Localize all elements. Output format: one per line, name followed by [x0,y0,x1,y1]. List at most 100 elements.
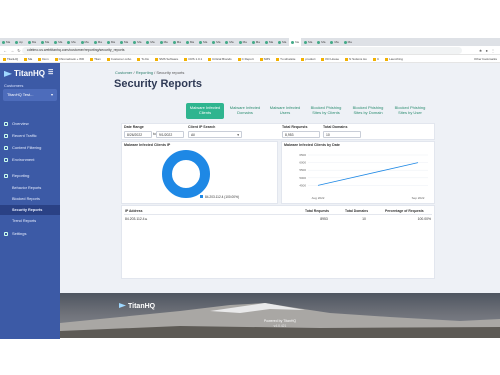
browser-tab-label: Ma [203,40,208,44]
x-tick-label: Aug 2022 [312,196,325,200]
breadcrumb-reporting[interactable]: Reporting [136,70,153,75]
sidebar-item-overview[interactable]: Overview [0,119,60,129]
browser-tab[interactable]: Ma [39,38,51,46]
bookmark-item[interactable]: Customer onbo [106,55,132,62]
browser-tab[interactable]: Ma [52,38,64,46]
bookmark-label: Critical Brands [212,57,232,61]
browser-tab[interactable]: Ma [118,38,130,46]
bookmark-item[interactable]: C Report [237,55,254,62]
browser-tab[interactable]: Ma [79,38,91,46]
browser-tab[interactable]: Ma [171,38,183,46]
browser-tab[interactable]: Ma [65,38,77,46]
client-ip-label: Client IP Search [188,125,216,129]
browser-nav-icons[interactable]: ← → ↻ [3,48,22,53]
sidebar-item-environment[interactable]: Environment [0,155,60,165]
breadcrumb-customer[interactable]: Customer [115,70,132,75]
browser-tab[interactable]: Ma [184,38,196,46]
filters-card: Date Range 8/26/2022 to 9/1/2022 Client … [121,123,435,140]
browser-tab[interactable]: Ma [302,38,314,46]
sidebar-item-reporting[interactable]: Reporting [0,171,60,181]
browser-tab[interactable]: Ma [315,38,327,46]
bookmark-label: Customer onbo [110,57,132,61]
browser-tab-label: Ma [150,40,155,44]
bookmark-item[interactable]: Launching [385,55,403,62]
browser-tab[interactable]: Ma [223,38,235,46]
series-line [317,162,419,186]
bookmark-item[interactable]: TitanHQ [3,55,18,62]
browser-tab[interactable]: Ma [263,38,275,46]
browser-tab[interactable]: Ma [210,38,222,46]
date-to-input[interactable]: 9/1/2022 [156,131,184,138]
bookmark-item[interactable]: N Suttons Ho [345,55,367,62]
client-ip-select[interactable]: All ▾ [188,131,242,138]
browser-tab[interactable]: Ma [342,38,354,46]
browser-tab-label: Ma [216,40,221,44]
customer-select[interactable]: TitanHQ Test... ▾ [3,89,57,101]
browser-tab[interactable]: Ma [197,38,209,46]
browser-tab[interactable]: Ma [237,38,249,46]
bookmark-item[interactable]: KD House [321,55,339,62]
browser-tab[interactable]: Ma [131,38,143,46]
browser-tab-label: Ma [124,40,129,44]
breadcrumb-current: Security reports [156,70,185,75]
browser-tab[interactable]: Ma [276,38,288,46]
date-from-input[interactable]: 8/26/2022 [124,131,152,138]
bookmark-item[interactable]: Chromebook + WD [54,55,85,62]
info-icon[interactable]: ▸ [146,217,148,221]
bookmark-item[interactable]: SMS [259,55,271,62]
bookmark-label: Ma [28,57,33,61]
bookmark-item[interactable]: C [372,55,379,62]
browser-tab[interactable]: Ma [144,38,156,46]
page-title: Security Reports [114,78,203,90]
table-row[interactable]: 84.203.112.4 ▸ 8953 10 100.00% [124,214,432,224]
bookmark-label: Chromebook + WD [58,57,85,61]
bookmark-item[interactable]: product [301,55,316,62]
tab-malware-infected-users[interactable]: Malware Infected Users [266,103,304,119]
bookmark-item[interactable]: Titan [90,55,101,62]
browser-tab[interactable]: Ma [250,38,262,46]
settings-icon [4,232,8,236]
browser-tab-label: Ma [282,40,287,44]
bookmark-item[interactable]: Critical Brands [208,55,232,62]
bookmark-label: SMS [263,57,271,61]
bookmark-item[interactable]: Ma [24,55,33,62]
sidebar-item-content-filtering[interactable]: Content Filtering [0,143,60,153]
browser-tab[interactable]: Ap [13,38,25,46]
sidebar-sub-security-reports[interactable]: Security Reports [0,205,60,215]
total-domains-value: 10 [323,131,361,138]
sidebar-item-recent-traffic[interactable]: Recent Traffic [0,131,60,141]
browser-tab[interactable]: Ma [328,38,340,46]
browser-tab[interactable]: Ma [158,38,170,46]
bookmark-item[interactable]: Tu whatsite [276,55,295,62]
sidebar-sub-blocked-reports[interactable]: Blocked Reports [0,194,60,204]
browser-extension-icons[interactable]: ★ ● ⋮ [479,48,496,53]
browser-tab[interactable]: Ne [289,38,302,46]
bookmark-item[interactable]: CRS 1.0.1 [184,55,202,62]
bookmark-item[interactable]: SMS Software [155,55,178,62]
browser-tab[interactable]: Ma [105,38,117,46]
bookmark-label: product [305,57,316,61]
favicon-icon [343,40,347,44]
tab-blocked-phishing-domain[interactable]: Blocked Phishing Sites by Domain [348,103,388,119]
hamburger-menu-icon[interactable]: ☰ [48,69,53,76]
sidebar-sub-behavior-reports[interactable]: Behavior Reports [0,183,60,193]
other-bookmarks[interactable]: Other bookmarks [474,55,497,62]
tab-blocked-phishing-clients[interactable]: Blocked Phishing Sites by Clients [306,103,346,119]
sidebar-sub-trend-reports[interactable]: Trend Reports [0,216,60,226]
clock-icon [4,134,8,138]
brand-logo[interactable]: TitanHQ ☰ [4,69,53,78]
chart-icon [4,174,8,178]
browser-tab[interactable]: Ma [92,38,104,46]
tab-malware-infected-domains[interactable]: Malware Infected Domains [226,103,264,119]
bookmark-item[interactable]: Dom [38,55,49,62]
total-requests-value: 8,953 [282,131,320,138]
bookmark-item[interactable]: To Do [137,55,149,62]
browser-tab-label: Ma [84,40,89,44]
folder-icon [184,57,188,61]
browser-tab[interactable]: Ma [0,38,12,46]
browser-tab[interactable]: Ma [26,38,38,46]
sidebar-item-settings[interactable]: Settings [0,229,60,239]
tab-malware-infected-clients[interactable]: Malware Infected Clients [186,103,224,119]
url-field[interactable]: cdelmo.us.webtitanhq.com/customer/report… [22,47,462,54]
tab-blocked-phishing-user[interactable]: Blocked Phishing Sites by User [390,103,430,119]
